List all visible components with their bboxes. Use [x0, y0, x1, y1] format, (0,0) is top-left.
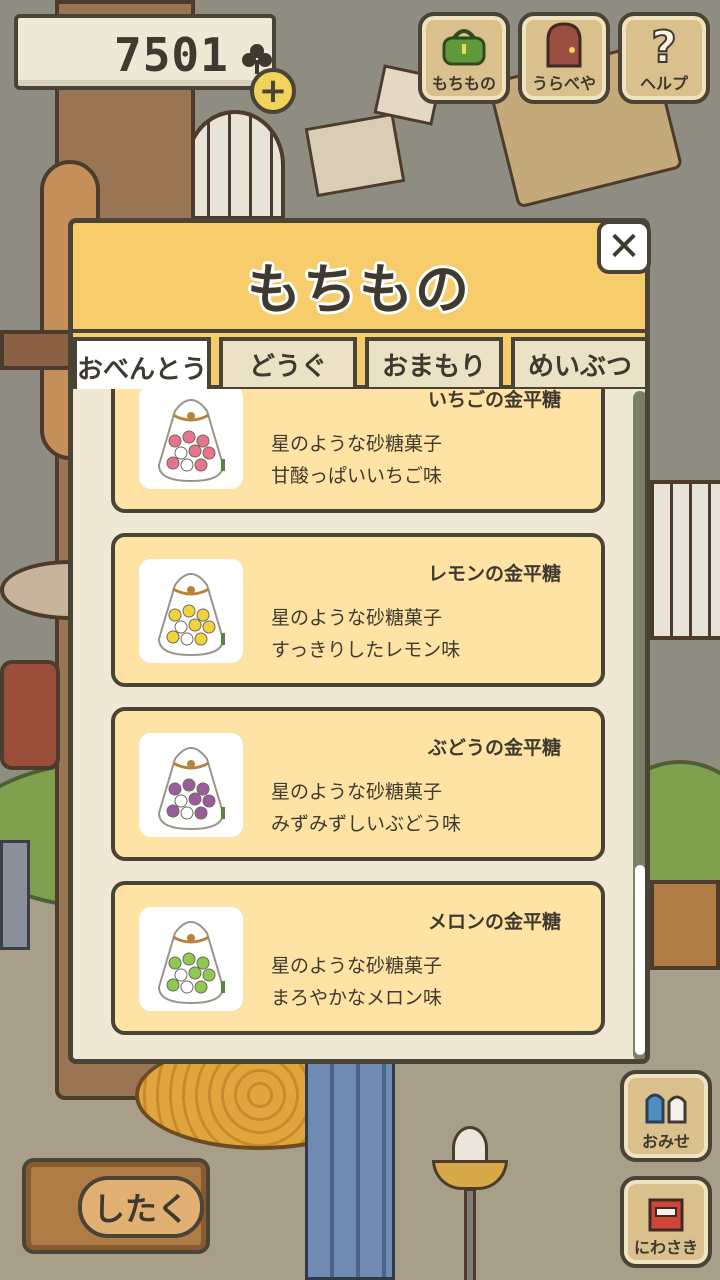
modal-title: もちもの	[247, 258, 471, 321]
item-flavor: 甘酸っぱいいちご味	[271, 465, 443, 487]
item-name: レモンの金平糖	[427, 563, 561, 585]
candy-bag-icon	[139, 559, 243, 663]
inventory-button[interactable]: もちもの	[418, 12, 510, 104]
prepare-button[interactable]: したく	[22, 1158, 210, 1254]
list-item[interactable]: いちごの金平糖 星のような砂糖菓子 甘酸っぱいいちご味	[111, 389, 605, 513]
garden-button-label: にわさき	[633, 1238, 698, 1257]
shop-button-label: おみせ	[641, 1132, 690, 1151]
item-flavor: まろやかなメロン味	[271, 987, 443, 1009]
help-button-label: ヘルプ	[639, 74, 688, 93]
close-button[interactable]: ✕	[597, 220, 651, 274]
help-button[interactable]: ? ヘルプ	[618, 12, 710, 104]
tab-bar: おべんとう どうぐ おまもり めいぶつ	[73, 333, 645, 393]
clover-counter: 7501	[14, 14, 276, 90]
tab-lunch[interactable]: おべんとう	[73, 337, 211, 393]
item-list[interactable]: いちごの金平糖 星のような砂糖菓子 甘酸っぱいいちご味 レモンの金平糖 星のよう…	[73, 389, 645, 1059]
scrollbar[interactable]	[633, 391, 645, 1059]
item-name: いちごの金平糖	[427, 389, 561, 411]
candy-bag-icon	[139, 733, 243, 837]
add-clover-button[interactable]: +	[250, 68, 296, 114]
list-item[interactable]: レモンの金平糖 星のような砂糖菓子 すっきりしたレモン味	[111, 533, 605, 687]
clay-pot	[0, 660, 60, 770]
garden-button[interactable]: にわさき	[620, 1176, 712, 1268]
tab-charms[interactable]: おまもり	[365, 337, 503, 387]
modal-header: もちもの	[73, 223, 645, 333]
shop-icon	[645, 1093, 687, 1124]
item-flavor: みずみずしいぶどう味	[271, 813, 462, 835]
metal-can	[0, 840, 30, 950]
list-item[interactable]: ぶどうの金平糖 星のような砂糖菓子 みずみずしいぶどう味	[111, 707, 605, 861]
question-icon: ?	[650, 22, 678, 68]
item-description: 星のような砂糖菓子	[271, 433, 443, 455]
item-description: 星のような砂糖菓子	[271, 607, 443, 629]
item-description: 星のような砂糖菓子	[271, 955, 443, 977]
tab-tools[interactable]: どうぐ	[219, 337, 357, 387]
crate	[650, 880, 720, 970]
shop-button[interactable]: おみせ	[620, 1070, 712, 1162]
side-window	[650, 480, 720, 640]
inventory-modal: もちもの おべんとう どうぐ おまもり めいぶつ いちごの金平糖 星のような砂糖…	[68, 218, 650, 1064]
floor-lamp	[430, 1120, 510, 1280]
back-room-button-label: うらべや	[531, 74, 596, 93]
svg-text:?: ?	[651, 22, 677, 68]
item-name: ぶどうの金平糖	[427, 737, 561, 759]
candy-bag-icon	[139, 907, 243, 1011]
garden-icon	[648, 1198, 684, 1232]
item-description: 星のような砂糖菓子	[271, 781, 443, 803]
candy-bag-icon	[139, 389, 243, 489]
inventory-button-label: もちもの	[431, 74, 496, 93]
item-name: メロンの金平糖	[427, 911, 561, 933]
blue-curtain	[305, 1060, 395, 1280]
prepare-button-label: したく	[78, 1176, 204, 1238]
door-icon	[546, 22, 582, 68]
list-item[interactable]: メロンの金平糖 星のような砂糖菓子 まろやかなメロン味	[111, 881, 605, 1035]
bag-icon	[442, 29, 486, 66]
tab-specialties[interactable]: めいぶつ	[511, 337, 645, 387]
scroll-thumb[interactable]	[635, 865, 645, 1055]
back-room-button[interactable]: うらべや	[518, 12, 610, 104]
arched-window	[185, 110, 285, 220]
clover-count: 7501	[114, 28, 229, 82]
item-flavor: すっきりしたレモン味	[271, 639, 461, 661]
